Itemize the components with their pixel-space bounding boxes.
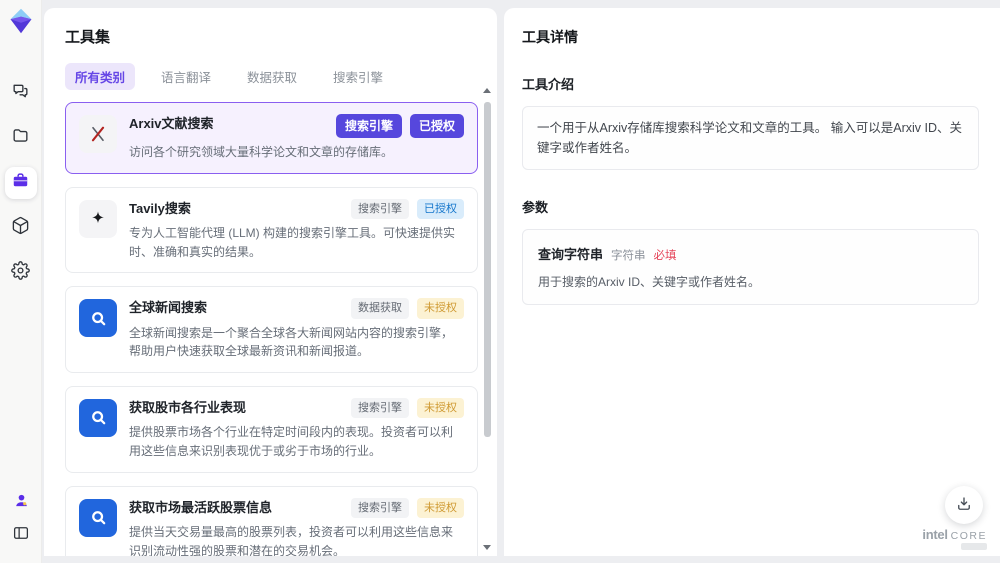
intro-heading: 工具介绍	[522, 77, 575, 92]
toolbox-icon	[11, 171, 30, 195]
sidebar	[0, 0, 42, 563]
tool-description: 提供当天交易量最高的股票列表，投资者可以利用这些信息来识别流动性强的股票和潜在的…	[129, 525, 454, 556]
parameter-card: 查询字符串 字符串 必填 用于搜索的Arxiv ID、关键字或作者姓名。	[522, 229, 979, 305]
tools-panel-title: 工具集	[65, 29, 111, 46]
category-tabs: 所有类别 语言翻译 数据获取 搜索引擎	[65, 63, 477, 90]
package-icon	[11, 216, 30, 240]
category-badge: 搜索引擎	[351, 198, 409, 220]
settings-gear-icon	[11, 261, 30, 285]
tool-title: 全球新闻搜索	[129, 300, 208, 316]
scroll-up-icon[interactable]	[483, 88, 491, 93]
intel-wordmark: intel	[922, 527, 948, 542]
tool-title: Tavily搜索	[129, 200, 191, 216]
card-head: Tavily搜索 搜索引擎 已授权	[129, 198, 464, 220]
gem-logo-icon	[7, 7, 35, 35]
category-badge: 搜索引擎	[335, 114, 402, 138]
parameter-type: 字符串	[611, 250, 646, 262]
card-body: 获取股市各行业表现 搜索引擎 未授权 提供股票市场各个行业在特定时间段内的表现。…	[129, 397, 464, 461]
details-panel: 工具详情 工具介绍 一个用于从Arxiv存储库搜索科学论文和文章的工具。 输入可…	[504, 8, 1000, 556]
card-body: Tavily搜索 搜索引擎 已授权 专为人工智能代理 (LLM) 构建的搜索引擎…	[129, 198, 464, 262]
tool-title: 获取市场最活跃股票信息	[129, 499, 273, 515]
panel-toggle-icon	[12, 524, 30, 547]
sparkle-icon	[79, 199, 117, 238]
tool-description: 访问各个研究领域大量科学论文和文章的存储库。	[129, 145, 394, 159]
search-magnifier-icon	[79, 498, 117, 537]
search-magnifier-icon	[79, 398, 117, 437]
tool-intro-box: 一个用于从Arxiv存储库搜索科学论文和文章的工具。 输入可以是Arxiv ID…	[522, 106, 979, 170]
status-badge: 已授权	[417, 198, 464, 220]
tool-description: 提供股票市场各个行业在特定时间段内的表现。投资者可以利用这些信息来识别表现优于或…	[129, 425, 454, 459]
card-body: 获取市场最活跃股票信息 搜索引擎 未授权 提供当天交易量最高的股票列表，投资者可…	[129, 497, 464, 556]
status-badge: 已授权	[409, 114, 464, 138]
tools-panel: 工具集 所有类别 语言翻译 数据获取 搜索引擎 Arxiv文献搜索 搜索引擎 已…	[44, 8, 497, 556]
scroll-down-icon[interactable]	[483, 545, 491, 550]
tab-search-engine[interactable]: 搜索引擎	[323, 63, 393, 90]
sidebar-item-tools[interactable]	[4, 167, 37, 199]
tool-card-list: Arxiv文献搜索 搜索引擎 已授权 访问各个研究领域大量科学论文和文章的存储库…	[65, 102, 478, 556]
tool-intro-text: 一个用于从Arxiv存储库搜索科学论文和文章的工具。 输入可以是Arxiv ID…	[537, 121, 963, 155]
tool-description: 全球新闻搜索是一个聚合全球各大新闻网站内容的搜索引擎，帮助用户快速获取全球最新资…	[129, 325, 454, 359]
status-badge: 未授权	[417, 497, 464, 519]
details-panel-title: 工具详情	[522, 29, 578, 45]
core-wordmark: CORE	[950, 530, 987, 542]
tab-all-categories[interactable]: 所有类别	[65, 63, 136, 90]
sidebar-item-chat[interactable]	[5, 77, 37, 109]
category-badge: 搜索引擎	[351, 497, 409, 519]
tool-card-arxiv[interactable]: Arxiv文献搜索 搜索引擎 已授权 访问各个研究领域大量科学论文和文章的存储库…	[65, 102, 478, 174]
card-tags: 搜索引擎 未授权	[351, 497, 464, 519]
category-badge: 搜索引擎	[351, 397, 409, 419]
card-tags: 搜索引擎 已授权	[335, 114, 464, 138]
card-head: 全球新闻搜索 数据获取 未授权	[129, 298, 464, 319]
tool-card-global-news[interactable]: 全球新闻搜索 数据获取 未授权 全球新闻搜索是一个聚合全球各大新闻网站内容的搜索…	[65, 286, 478, 373]
status-badge: 未授权	[417, 298, 464, 319]
download-icon	[955, 495, 973, 516]
tool-title: Arxiv文献搜索	[129, 116, 214, 131]
category-badge: 数据获取	[351, 298, 409, 319]
card-head: 获取市场最活跃股票信息 搜索引擎 未授权	[129, 497, 464, 519]
card-head: Arxiv文献搜索 搜索引擎 已授权	[129, 114, 464, 138]
card-tags: 数据获取 未授权	[351, 298, 464, 319]
parameter-description: 用于搜索的Arxiv ID、关键字或作者姓名。	[538, 275, 761, 289]
collapse-sidebar-button[interactable]	[9, 523, 33, 547]
parameter-required-badge: 必填	[653, 250, 677, 262]
card-body: Arxiv文献搜索 搜索引擎 已授权 访问各个研究领域大量科学论文和文章的存储库…	[129, 114, 464, 162]
tool-card-stock-sectors[interactable]: 获取股市各行业表现 搜索引擎 未授权 提供股票市场各个行业在特定时间段内的表现。…	[65, 385, 478, 473]
params-heading: 参数	[522, 200, 549, 215]
sidebar-item-packages[interactable]	[5, 212, 37, 244]
sidebar-item-settings[interactable]	[5, 257, 37, 289]
download-button[interactable]	[945, 486, 983, 524]
tool-card-active-stocks[interactable]: 获取市场最活跃股票信息 搜索引擎 未授权 提供当天交易量最高的股票列表，投资者可…	[65, 485, 478, 556]
brand-sub-badge	[961, 543, 987, 550]
tab-language-translation[interactable]: 语言翻译	[151, 63, 221, 90]
card-head: 获取股市各行业表现 搜索引擎 未授权	[129, 397, 464, 419]
chat-icon	[11, 81, 30, 105]
parameter-name: 查询字符串	[538, 247, 604, 262]
user-menu[interactable]	[9, 491, 33, 515]
card-tags: 搜索引擎 未授权	[351, 397, 464, 419]
list-scrollbar[interactable]	[483, 86, 492, 552]
user-icon	[13, 492, 30, 514]
tool-description: 专为人工智能代理 (LLM) 构建的搜索引擎工具。可快速提供实时、准确和真实的结…	[129, 226, 456, 259]
sidebar-nav	[4, 77, 37, 289]
arxiv-logo-icon	[79, 115, 117, 153]
tab-data-acquisition[interactable]: 数据获取	[237, 63, 307, 90]
search-magnifier-icon	[79, 299, 117, 338]
scrollbar-thumb[interactable]	[484, 102, 491, 437]
status-badge: 未授权	[417, 397, 464, 419]
folder-icon	[11, 126, 30, 150]
card-tags: 搜索引擎 已授权	[351, 198, 464, 220]
intel-core-logo: intel CORE	[922, 527, 987, 542]
tool-card-tavily[interactable]: Tavily搜索 搜索引擎 已授权 专为人工智能代理 (LLM) 构建的搜索引擎…	[65, 186, 478, 274]
tool-title: 获取股市各行业表现	[129, 399, 247, 415]
sidebar-item-files[interactable]	[5, 122, 37, 154]
sidebar-bottom	[0, 491, 42, 547]
parameter-head: 查询字符串 字符串 必填	[538, 244, 963, 263]
card-body: 全球新闻搜索 数据获取 未授权 全球新闻搜索是一个聚合全球各大新闻网站内容的搜索…	[129, 298, 464, 361]
